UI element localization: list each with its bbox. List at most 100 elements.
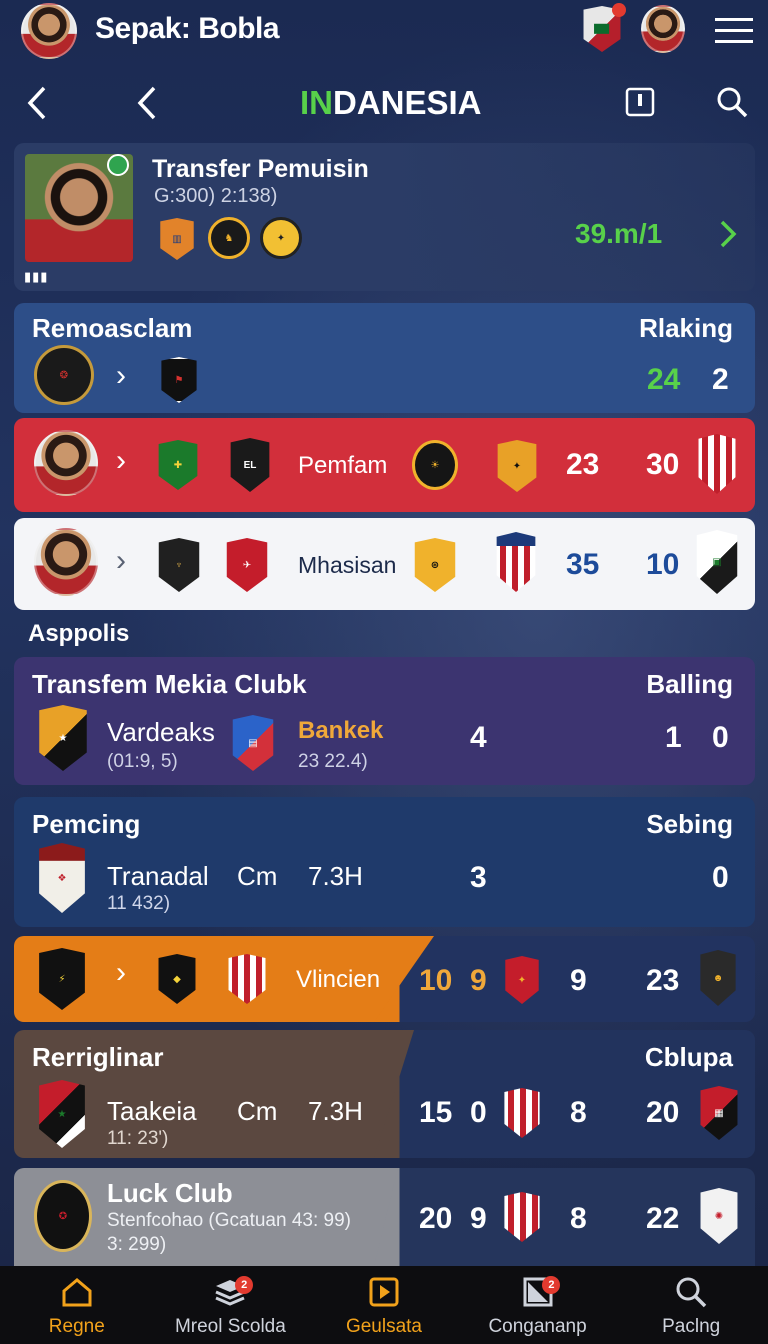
club-badge-icon: ▦: [700, 1086, 738, 1140]
ranking-title: Remoasclam: [32, 313, 193, 343]
club-badge-icon: ❖: [39, 843, 85, 913]
club-badge-icon: ✦: [497, 440, 537, 492]
club-badge-icon: ★: [39, 705, 87, 771]
prev-icon[interactable]: [132, 84, 162, 122]
blue-title: Pemcing: [32, 809, 141, 839]
blue-score: 0: [712, 861, 729, 894]
featured-transfer-panel[interactable]: Transfer Pemuisin G:300) 2:138) ▥ ♞ ✦ 39…: [14, 143, 755, 291]
verified-icon: [107, 154, 129, 176]
orange-label: Vlincien: [296, 966, 381, 993]
search-icon: [676, 1277, 707, 1308]
club-panel-grey[interactable]: ✪ Luck Club Stenfcohao (Gcatuan 43: 99) …: [14, 1168, 755, 1266]
grey-num-b: 9: [470, 1202, 487, 1235]
purple-team-a-sub: (01:9, 5): [107, 751, 178, 772]
brown-num-b: 0: [470, 1096, 487, 1129]
nav-item-mreol-scolda[interactable]: 2 Mreol Scolda: [154, 1266, 308, 1344]
share-icon[interactable]: [622, 84, 658, 120]
brown-num-c: 8: [570, 1096, 587, 1129]
profile-avatar[interactable]: [21, 3, 77, 59]
play-icon: [369, 1277, 399, 1307]
menu-icon[interactable]: [714, 14, 754, 46]
club-badge-icon: ▤: [232, 715, 274, 771]
ranking-label: Rlaking: [639, 313, 733, 343]
club-badge-icon: ★: [39, 1080, 85, 1148]
purple-score-b: 0: [712, 721, 729, 754]
brown-stat: 7.3H: [308, 1096, 363, 1126]
club-badge-icon: ✪: [34, 1180, 92, 1252]
blue-team-sub: 11 432): [107, 893, 171, 914]
bottom-nav: Regne 2 Mreol Scolda Geulsata 2 Conganan…: [0, 1266, 768, 1344]
nav-label: Paclng: [662, 1316, 721, 1337]
nav-label: Geulsata: [345, 1316, 422, 1337]
club-panel-brown[interactable]: Rerriglinar Cblupa ★ Taakeia 11: 23') Cm…: [14, 1030, 755, 1158]
grey-subtitle: Stenfcohao (Gcatuan 43: 99): [107, 1210, 351, 1231]
chevron-right-icon: ›: [116, 444, 126, 477]
club-badge-icon: ✦: [260, 217, 302, 259]
notification-badge: 2: [235, 1276, 254, 1294]
purple-team-b: Bankek: [298, 717, 384, 744]
nav-label: Congananp: [488, 1316, 587, 1337]
nav-item-congananp[interactable]: 2 Congananp: [461, 1266, 615, 1344]
back-icon[interactable]: [22, 84, 52, 122]
match-row-orange[interactable]: ⚡ › ◆ Vlincien 10 9 ✦ 9 23 ☻: [14, 936, 755, 1022]
blue-mid: 3: [470, 861, 487, 894]
grey-title: Luck Club: [107, 1178, 233, 1208]
club-badge-icon: ☀: [412, 440, 458, 490]
purple-score-a: 1: [665, 721, 682, 754]
club-badge-icon: ▣: [696, 530, 738, 594]
nav-item-regne[interactable]: Regne: [0, 1266, 154, 1344]
chevron-right-icon: ›: [116, 544, 126, 577]
search-icon[interactable]: [714, 84, 750, 120]
club-badge-icon: ✈: [226, 538, 268, 592]
club-badge-icon: ☻: [700, 950, 736, 1006]
ranking-num-right: 2: [712, 363, 729, 396]
row-white-label: Mhasisan: [298, 552, 397, 578]
ranking-panel[interactable]: Remoasclam Rlaking ❂ › ⚑ 24 2: [14, 303, 755, 413]
club-panel-blue[interactable]: Pemcing Sebing ❖ Tranadal 11 432) Cm 7.3…: [14, 797, 755, 927]
page-title-rest: DANESIA: [333, 84, 482, 121]
club-badge-icon: [504, 1088, 540, 1138]
chevron-right-icon: ›: [116, 359, 126, 392]
club-badge-icon: ◆: [158, 954, 196, 1004]
club-badge-icon: ⚑: [161, 357, 197, 403]
club-badge-icon: ✺: [700, 1188, 738, 1244]
club-badge-icon: ▥: [160, 218, 194, 260]
player-avatar: [34, 430, 98, 496]
club-badge-icon: ♞: [208, 217, 250, 259]
home-icon: [62, 1278, 92, 1307]
player-avatar-small[interactable]: [641, 5, 685, 53]
featured-title: Transfer Pemuisin: [152, 155, 369, 183]
blue-cm: Cm: [237, 861, 278, 891]
row-red-num-b: 30: [646, 448, 680, 481]
nav-item-geulsata[interactable]: Geulsata: [307, 1266, 461, 1344]
grey-num-a: 20: [419, 1202, 453, 1235]
player-avatar: [34, 528, 98, 596]
brown-team-sub: 11: 23'): [107, 1128, 169, 1149]
brown-team: Taakeia: [107, 1096, 197, 1126]
nav-label: Regne: [48, 1316, 105, 1337]
match-row-white[interactable]: › ♆ ✈ Mhasisan ⊛ 35 10 ▣: [14, 518, 755, 610]
purple-mid: 4: [470, 721, 487, 754]
club-badge-icon: [228, 954, 266, 1004]
purple-label: Balling: [646, 669, 733, 699]
row-white-num-b: 10: [646, 548, 680, 581]
featured-next-icon[interactable]: [714, 218, 742, 250]
purple-team-a: Vardeaks: [107, 717, 215, 747]
notification-badge: 2: [542, 1276, 561, 1294]
brown-num-d: 20: [646, 1096, 680, 1129]
nav-item-paclng[interactable]: Paclng: [614, 1266, 768, 1344]
grey-num-c: 8: [570, 1202, 587, 1235]
club-badge-icon: ⊛: [414, 538, 456, 592]
club-panel-purple[interactable]: Transfem Mekia Clubk Balling ★ Vardeaks …: [14, 657, 755, 785]
club-badge-icon: ❂: [34, 345, 94, 405]
featured-value: 39.m/1: [575, 218, 663, 249]
blue-stat: 7.3H: [308, 861, 363, 891]
row-red-label: Pemfam: [298, 452, 388, 479]
purple-title: Transfem Mekia Clubk: [32, 669, 307, 699]
section-label: Asppolis: [28, 620, 130, 647]
nav-label: Mreol Scolda: [174, 1316, 286, 1337]
page-title-accent: IN: [300, 84, 333, 121]
match-row-red[interactable]: › ✚ EL Pemfam ☀ ✦ 23 30: [14, 418, 755, 512]
club-badge-icon: [698, 434, 736, 494]
club-badge-icon: [504, 1192, 540, 1242]
